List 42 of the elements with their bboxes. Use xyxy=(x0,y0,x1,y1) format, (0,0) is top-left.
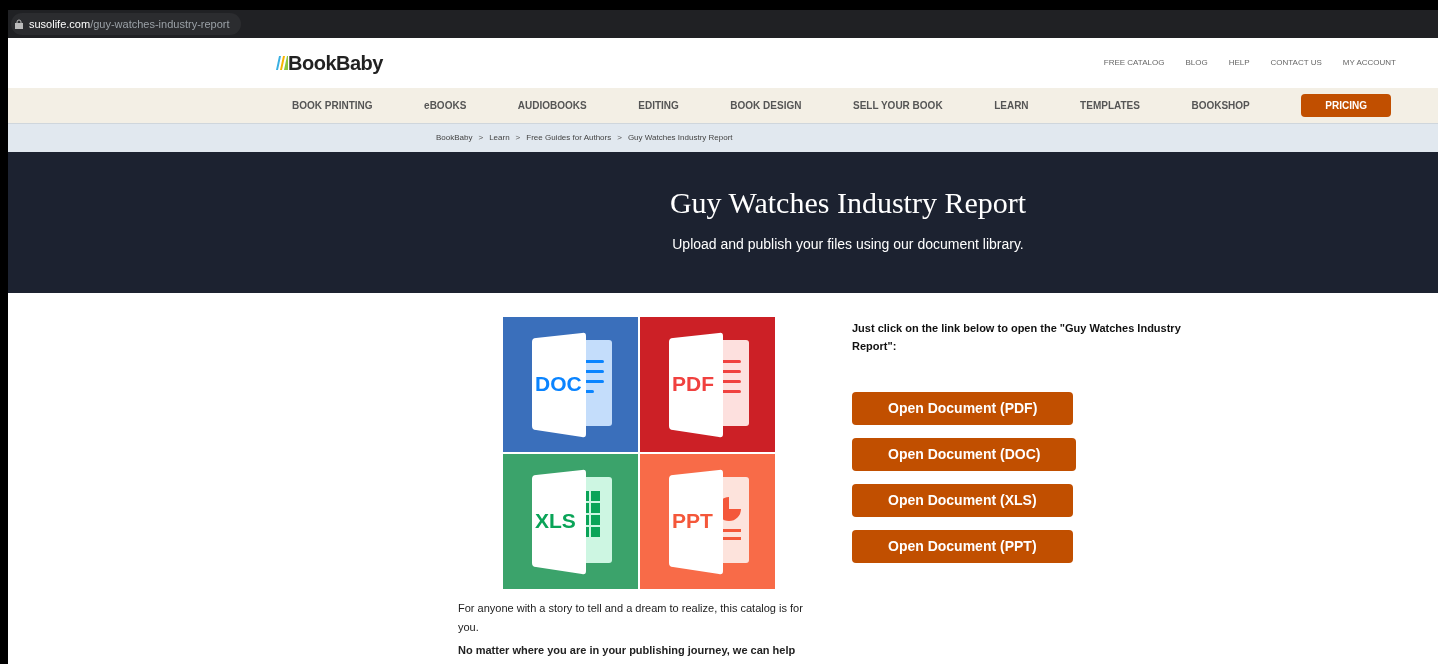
file-type-label: PPT xyxy=(672,510,713,531)
open-document-button[interactable]: Open Document (DOC) xyxy=(852,438,1077,471)
pricing-button[interactable]: PRICING xyxy=(1301,94,1391,117)
open-document-button[interactable]: Open Document (PPT) xyxy=(852,530,1073,563)
top-link[interactable]: CONTACT US xyxy=(1270,57,1322,69)
body-paragraph: For anyone with a story to tell and a dream to realize, this catalog is for you. xyxy=(458,601,804,635)
instruction-text: Just click on the link below to open the "Guy Watches Industry Report": xyxy=(852,321,1182,354)
breadcrumb-link[interactable]: Learn xyxy=(489,132,510,144)
breadcrumb-link[interactable]: Guy Watches Industry Report xyxy=(627,132,733,144)
top-link[interactable]: MY ACCOUNT xyxy=(1342,57,1396,69)
nav-link[interactable]: TEMPLATES xyxy=(1080,98,1140,113)
file-type-label: XLS xyxy=(535,510,576,531)
top-link[interactable]: FREE CATALOG xyxy=(1103,57,1165,69)
top-link[interactable]: BLOG xyxy=(1185,57,1208,69)
nav-link[interactable]: AUDIOBOOKS xyxy=(517,98,587,113)
breadcrumb-link[interactable]: Free Guides for Authors xyxy=(526,132,612,144)
breadcrumb-separator: > xyxy=(617,132,622,144)
nav-link[interactable]: SELL YOUR BOOK xyxy=(852,98,943,113)
open-document-button[interactable]: Open Document (XLS) xyxy=(852,484,1073,517)
nav-link[interactable]: eBOOKS xyxy=(424,98,467,113)
top-link[interactable]: HELP xyxy=(1228,57,1250,69)
page-subtitle: Upload and publish your files using our document library. xyxy=(672,234,1024,254)
open-document-button[interactable]: Open Document (PDF) xyxy=(852,392,1074,425)
breadcrumb-separator: > xyxy=(478,132,484,144)
document-icon xyxy=(667,332,751,438)
nav-link[interactable]: BOOK DESIGN xyxy=(730,98,802,113)
document-icon xyxy=(667,469,751,575)
nav-link[interactable]: BOOK PRINTING xyxy=(292,98,373,113)
lock-icon xyxy=(15,19,23,29)
nav-link[interactable]: LEARN xyxy=(994,98,1029,113)
nav-link[interactable]: BOOKSHOP xyxy=(1191,98,1250,113)
document-icon xyxy=(530,332,614,438)
logo-stripes-icon xyxy=(276,56,288,70)
nav-link[interactable]: EDITING xyxy=(638,98,679,113)
file-type-label: PDF xyxy=(672,373,714,394)
breadcrumb-separator: > xyxy=(515,132,521,144)
page-title: Guy Watches Industry Report xyxy=(669,185,1027,221)
file-type-label: DOC xyxy=(535,373,582,394)
logo[interactable]: BookBaby xyxy=(288,48,383,78)
document-icon xyxy=(530,469,614,575)
body-paragraph: No matter where you are in your publishing journey, we can help xyxy=(458,643,797,658)
breadcrumb-link[interactable]: BookBaby xyxy=(436,132,473,144)
